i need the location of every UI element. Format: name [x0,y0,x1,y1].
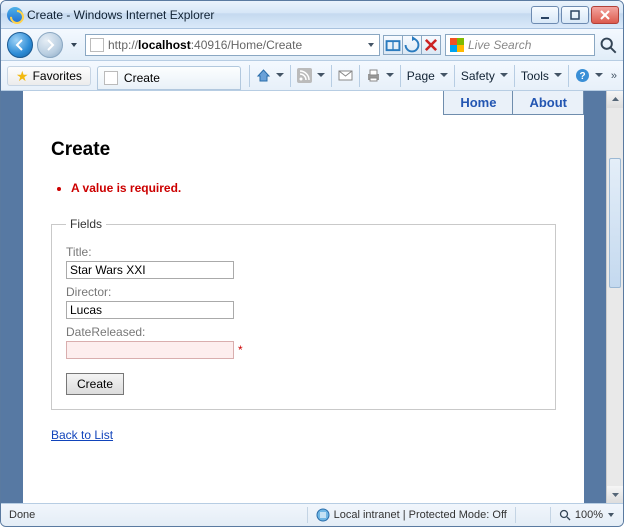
zoom-icon [559,509,571,521]
compat-view-button[interactable] [383,35,403,55]
address-url: http://localhost:40916/Home/Create [108,38,363,52]
field-datereleased: DateReleased: * [66,325,541,359]
status-zone: Local intranet | Protected Mode: Off [308,508,515,522]
browser-tab[interactable]: Create [97,66,241,90]
refresh-button[interactable] [402,35,422,55]
titlebar: Create - Windows Internet Explorer [1,1,623,29]
scroll-thumb[interactable] [609,158,621,288]
url-host: localhost [138,38,191,52]
search-box[interactable]: Live Search [445,34,595,56]
status-bar: Done Local intranet | Protected Mode: Of… [1,503,623,526]
validation-error: A value is required. [71,181,556,195]
navbar: http://localhost:40916/Home/Create Live … [1,29,623,61]
ie-icon [7,7,23,23]
datereleased-input[interactable] [66,341,234,359]
scroll-track[interactable] [607,108,623,486]
address-bar[interactable]: http://localhost:40916/Home/Create [85,34,380,56]
back-button[interactable] [7,32,33,58]
director-label: Director: [66,285,541,299]
close-button[interactable] [591,6,619,24]
nav-about[interactable]: About [513,91,584,115]
toolbar-overflow-icon[interactable]: » [611,70,617,82]
site-nav: Home About [443,91,584,115]
window-buttons [531,6,619,24]
search-provider-icon [450,38,464,52]
chevron-down-icon [607,511,615,519]
feeds-button[interactable] [293,65,329,87]
favorites-bar: ★ Favorites Create [1,61,623,91]
title-label: Title: [66,245,541,259]
forward-button[interactable] [37,32,63,58]
title-input[interactable] [66,261,234,279]
back-to-list-link[interactable]: Back to List [51,428,113,442]
tab-title: Create [124,71,160,85]
svg-text:?: ? [579,71,585,82]
minimize-button[interactable] [531,6,559,24]
zone-icon [316,508,330,522]
maximize-button[interactable] [561,6,589,24]
url-rest: :40916/Home/Create [191,38,302,52]
create-button[interactable]: Create [66,373,124,395]
page: Home About Create A value is required. F… [1,91,606,503]
page-icon [90,38,104,52]
field-title: Title: [66,245,541,279]
stop-button[interactable] [421,35,441,55]
status-done: Done [1,509,43,521]
command-bar: Page Safety Tools ? » [247,65,617,87]
fieldset-legend: Fields [66,217,106,231]
star-icon: ★ [16,69,29,83]
window-title: Create - Windows Internet Explorer [27,8,214,22]
page-menu-button[interactable]: Page [403,65,452,87]
tools-menu-button[interactable]: Tools [517,65,566,87]
read-mail-button[interactable] [334,65,357,87]
zoom-control[interactable]: 100% [551,509,623,521]
zoom-value: 100% [575,509,603,521]
safety-menu-button[interactable]: Safety [457,65,512,87]
url-prefix: http:// [108,38,138,52]
tab-page-icon [104,71,118,85]
history-dropdown[interactable] [67,34,81,56]
address-buttons [384,35,441,55]
address-dropdown-icon[interactable] [367,38,375,52]
fields-fieldset: Fields Title: Director: DateReleased: [51,217,556,410]
page-heading: Create [51,139,556,161]
print-button[interactable] [362,65,398,87]
scroll-up-button[interactable] [607,91,623,108]
help-button[interactable]: ? [571,65,607,87]
director-input[interactable] [66,301,234,319]
vertical-scrollbar[interactable] [606,91,623,503]
home-button[interactable] [252,65,288,87]
nav-home[interactable]: Home [443,91,513,115]
scroll-down-button[interactable] [607,486,623,503]
favorites-label: Favorites [33,69,82,83]
viewport: Home About Create A value is required. F… [1,91,623,503]
window: Create - Windows Internet Explorer [0,0,624,527]
search-go-button[interactable] [599,36,617,54]
favorites-button[interactable]: ★ Favorites [7,66,91,86]
required-marker: * [238,343,243,357]
datereleased-label: DateReleased: [66,325,541,339]
validation-summary: A value is required. [71,181,556,195]
search-placeholder: Live Search [468,38,531,52]
field-director: Director: [66,285,541,319]
